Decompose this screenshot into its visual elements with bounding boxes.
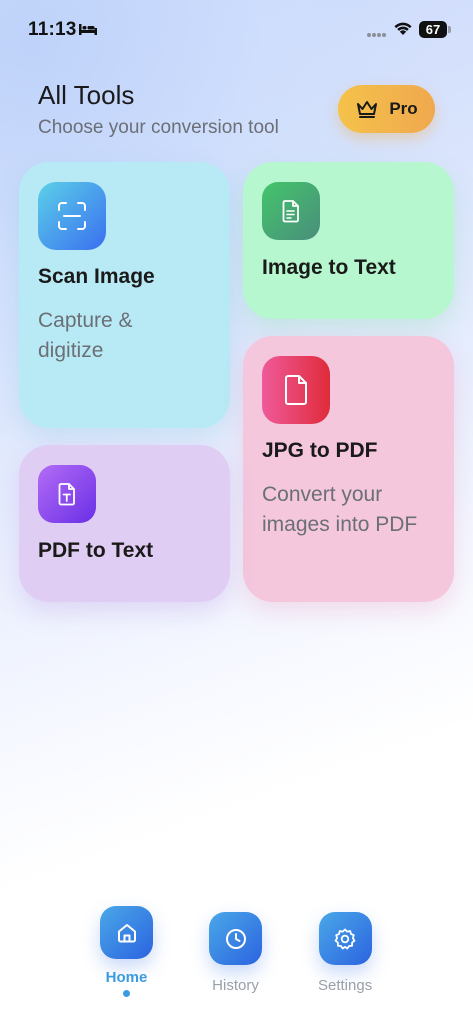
status-bar: 11:13 67: [0, 0, 473, 60]
active-indicator: [123, 990, 130, 997]
image-to-text-icon-box: [262, 182, 320, 240]
scan-image-card[interactable]: Scan Image Capture & digitize: [19, 162, 230, 428]
wifi-icon: [394, 22, 412, 35]
jpg-to-pdf-description: Convert your images into PDF: [262, 483, 418, 536]
clock-icon: [225, 928, 246, 949]
jpg-to-pdf-card[interactable]: JPG to PDF Convert your images into PDF: [243, 336, 454, 602]
jpg-to-pdf-title: JPG to PDF: [262, 439, 378, 462]
jpg-to-pdf-icon-box: [262, 356, 330, 424]
battery-indicator: 67: [419, 21, 447, 38]
gear-icon: [334, 928, 356, 949]
battery-tip: [448, 26, 451, 33]
pdf-to-text-title: PDF to Text: [38, 539, 154, 562]
settings-icon-box: [318, 912, 372, 965]
history-icon-box: [209, 912, 262, 965]
scan-image-title: Scan Image: [38, 265, 155, 288]
nav-settings[interactable]: Settings: [318, 912, 372, 994]
signal-icon: [367, 33, 386, 37]
image-to-text-card[interactable]: Image to Text: [243, 162, 454, 319]
pro-label: Pro: [389, 99, 418, 118]
pro-button[interactable]: Pro: [338, 85, 435, 133]
status-time: 11:13: [28, 19, 77, 40]
nav-home[interactable]: Home: [100, 906, 153, 997]
pdf-to-text-icon-box: [38, 465, 96, 523]
file-icon: [285, 375, 307, 405]
page-subtitle: Choose your conversion tool: [38, 117, 279, 138]
nav-history-label: History: [212, 977, 259, 994]
document-text-icon: [282, 200, 299, 223]
page-title: All Tools: [38, 80, 135, 110]
pdf-to-text-card[interactable]: PDF to Text: [19, 445, 230, 602]
crown-icon: [357, 101, 378, 118]
file-text-icon: [58, 483, 75, 506]
nav-home-label: Home: [105, 969, 148, 986]
scan-image-description: Capture & digitize: [38, 309, 133, 362]
nav-settings-label: Settings: [318, 977, 373, 994]
scan-icon: [58, 202, 86, 230]
nav-history[interactable]: History: [209, 912, 262, 994]
bed-icon: [79, 24, 97, 35]
battery-level: 67: [425, 22, 441, 37]
home-icon-box: [100, 906, 153, 959]
scan-icon-box: [38, 182, 106, 250]
home-icon: [117, 923, 136, 942]
image-to-text-title: Image to Text: [262, 256, 396, 279]
